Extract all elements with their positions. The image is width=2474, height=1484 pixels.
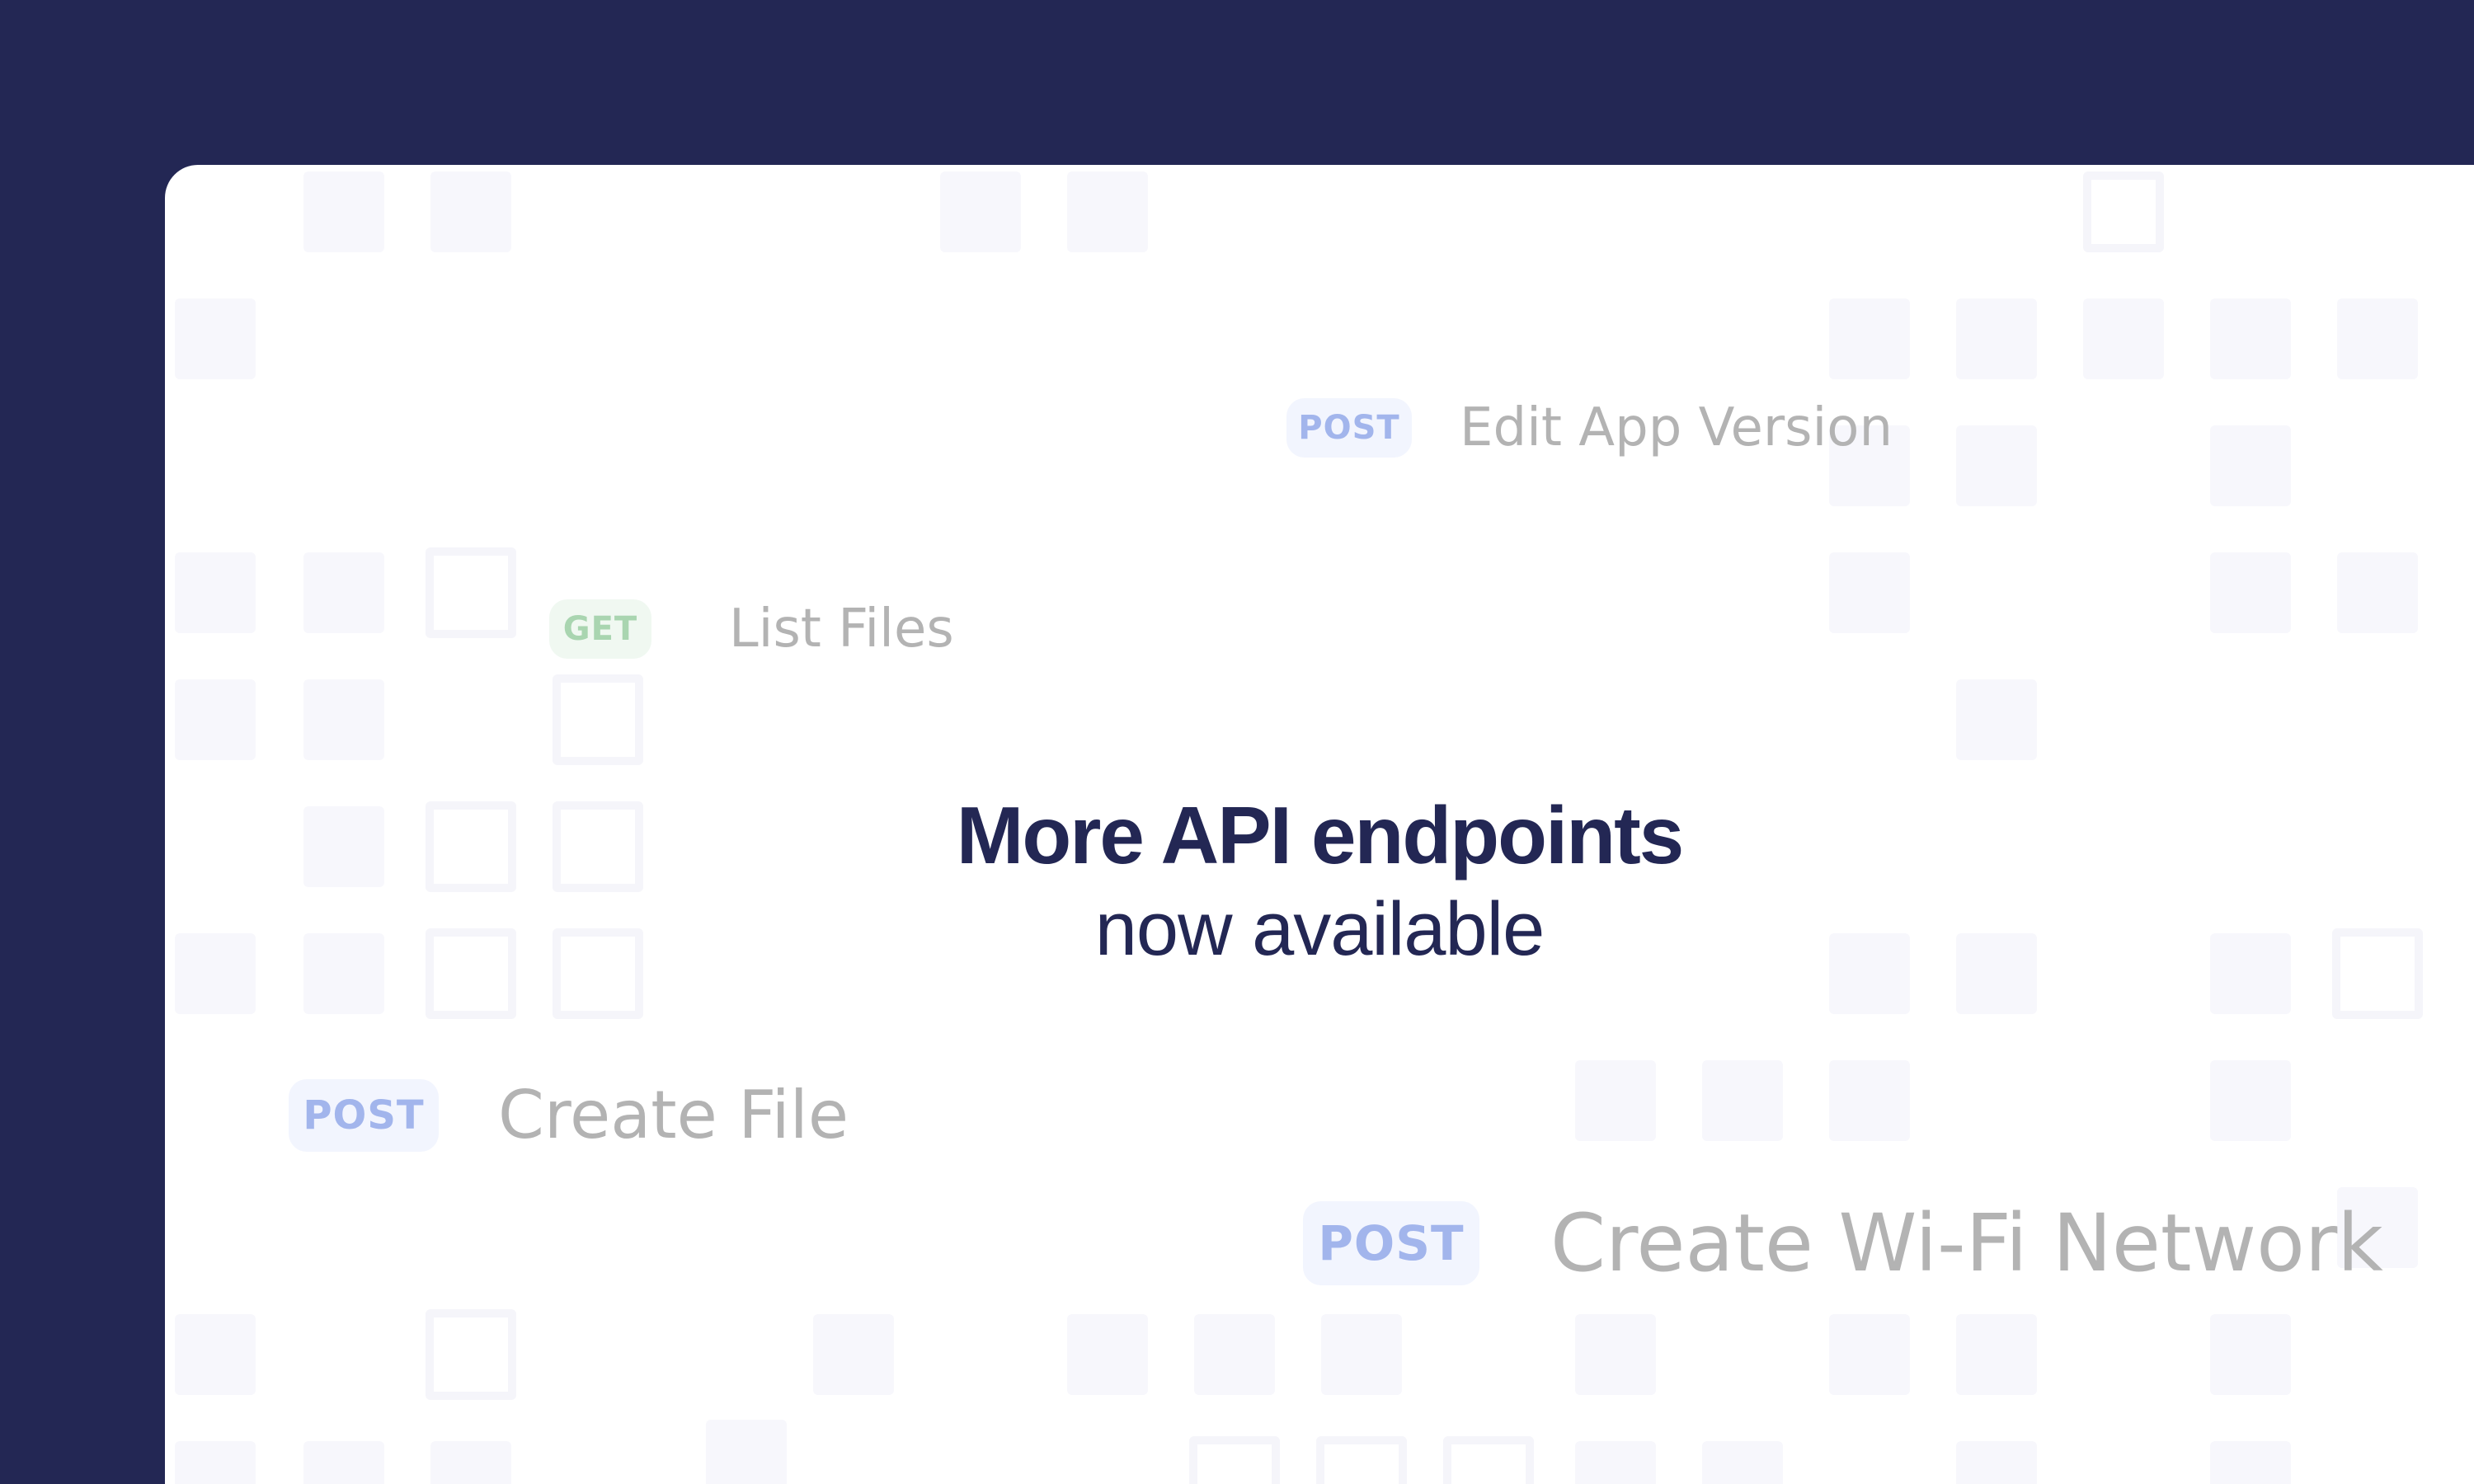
grid-tile	[1067, 171, 1148, 252]
grid-tile	[553, 674, 643, 765]
grid-tile	[1194, 1314, 1275, 1395]
grid-tile	[1189, 1436, 1280, 1484]
grid-tile	[2210, 298, 2291, 379]
grid-tile	[1956, 298, 2037, 379]
grid-tile	[2337, 298, 2418, 379]
grid-tile	[1316, 1436, 1407, 1484]
grid-tile	[1956, 1441, 2037, 1484]
grid-tile	[1702, 1060, 1783, 1141]
endpoint-create-wifi-network: POST Create Wi-Fi Network	[1303, 1197, 2383, 1289]
grid-tile	[2210, 1314, 2291, 1395]
grid-tile	[2337, 552, 2418, 633]
grid-tile	[303, 679, 384, 760]
grid-tile	[303, 171, 384, 252]
method-badge: POST	[289, 1078, 439, 1152]
grid-tile	[303, 1441, 384, 1484]
grid-tile	[2210, 1060, 2291, 1141]
grid-tile	[175, 679, 256, 760]
grid-tile	[1575, 1441, 1656, 1484]
grid-tile	[1321, 1314, 1402, 1395]
grid-tile	[2210, 1441, 2291, 1484]
grid-tile	[1443, 1436, 1534, 1484]
endpoint-list-files: GET List Files	[549, 599, 954, 660]
grid-tile	[940, 171, 1021, 252]
grid-tile	[1829, 1060, 1910, 1141]
grid-tile	[2083, 298, 2164, 379]
grid-tile	[1829, 552, 1910, 633]
grid-tile	[1956, 679, 2037, 760]
grid-tile	[1702, 1441, 1783, 1484]
endpoint-label: List Files	[729, 599, 954, 660]
grid-tile	[175, 552, 256, 633]
grid-tile	[175, 1441, 256, 1484]
grid-tile	[1829, 1314, 1910, 1395]
grid-tile	[1575, 1060, 1656, 1141]
grid-tile	[430, 1441, 511, 1484]
grid-tile	[2083, 171, 2164, 252]
endpoint-create-file: POST Create File	[289, 1077, 849, 1153]
grid-tile	[426, 1309, 516, 1400]
grid-tile	[813, 1314, 894, 1395]
headline-title: More API endpoints	[956, 790, 1685, 881]
hero-card: POST Edit App Version GET List Files Mor…	[165, 165, 2474, 1484]
endpoint-label: Create File	[498, 1077, 849, 1153]
grid-tile	[175, 298, 256, 379]
grid-tile	[426, 547, 516, 638]
grid-tile	[1575, 1314, 1656, 1395]
grid-tile	[175, 1314, 256, 1395]
grid-tile	[706, 1420, 787, 1484]
endpoint-edit-app-version: POST Edit App Version	[1286, 397, 1893, 458]
grid-tile	[1829, 298, 1910, 379]
method-badge: GET	[549, 599, 651, 659]
endpoint-label: Create Wi-Fi Network	[1550, 1197, 2383, 1289]
grid-tile	[1956, 425, 2037, 506]
grid-tile	[1067, 1314, 1148, 1395]
method-badge: POST	[1286, 398, 1412, 458]
grid-tile	[2210, 425, 2291, 506]
headline-subtitle: now available	[1094, 887, 1545, 971]
grid-tile	[430, 171, 511, 252]
grid-tile	[2210, 552, 2291, 633]
grid-tile	[303, 552, 384, 633]
method-badge: POST	[1303, 1201, 1479, 1285]
endpoint-label: Edit App Version	[1460, 397, 1893, 458]
grid-tile	[1956, 1314, 2037, 1395]
